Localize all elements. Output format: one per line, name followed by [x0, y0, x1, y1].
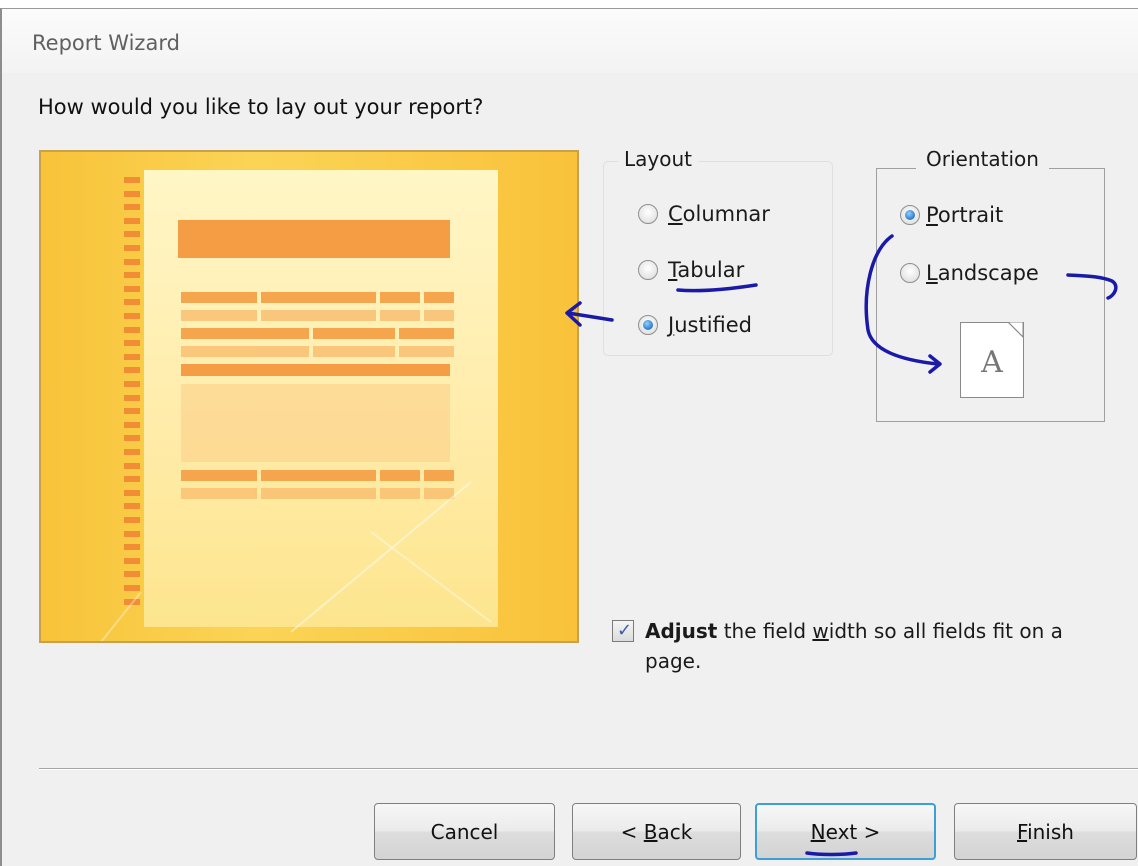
radio-label: Landscape: [926, 261, 1039, 285]
orientation-group-caption: Orientation: [916, 147, 1049, 171]
next-button[interactable]: Next >: [755, 803, 936, 860]
layout-columnar-radio[interactable]: Columnar: [638, 202, 770, 226]
button-divider: [39, 768, 1138, 770]
next-button-label: Next >: [810, 819, 881, 844]
radio-button[interactable]: [638, 260, 658, 280]
finish-button-label: Finish: [1017, 819, 1074, 844]
portrait-page-icon: A: [960, 322, 1024, 398]
orientation-landscape-radio[interactable]: Landscape: [900, 261, 1039, 285]
back-button-label: < Back: [620, 819, 693, 844]
layout-group-caption: Layout: [618, 147, 698, 171]
title-bar[interactable]: Report Wizard: [2, 9, 1138, 73]
finish-button[interactable]: Finish: [954, 803, 1137, 860]
radio-label: Justified: [668, 313, 752, 337]
cancel-button-label: Cancel: [430, 819, 499, 844]
radio-button-selected[interactable]: [638, 315, 658, 335]
dialog-title: Report Wizard: [32, 31, 180, 55]
cancel-button[interactable]: Cancel: [374, 803, 555, 860]
radio-button-selected[interactable]: [900, 205, 920, 225]
radio-label: Portrait: [926, 203, 1004, 227]
report-wizard-dialog: Report Wizard How would you like to lay …: [0, 8, 1138, 866]
radio-button[interactable]: [638, 204, 658, 224]
radio-label: Tabular: [668, 258, 745, 282]
layout-justified-radio[interactable]: Justified: [638, 313, 752, 337]
page-letter: A: [981, 345, 1003, 380]
layout-preview-image: [39, 150, 579, 643]
radio-button[interactable]: [900, 263, 920, 283]
page-corner-fold-icon: [1008, 322, 1024, 338]
adjust-field-width-label[interactable]: Adjust the field width so all fields fit…: [645, 616, 1105, 676]
checkmark-icon: ✓: [617, 620, 633, 641]
orientation-portrait-radio[interactable]: Portrait: [900, 203, 1003, 227]
layout-tabular-radio[interactable]: Tabular: [638, 258, 744, 282]
adjust-field-width-checkbox[interactable]: ✓: [612, 620, 634, 642]
wizard-question: How would you like to lay out your repor…: [38, 95, 484, 119]
back-button[interactable]: < Back: [572, 803, 741, 860]
radio-label: Columnar: [668, 202, 770, 226]
preview-decorative-lines: [100, 481, 492, 641]
